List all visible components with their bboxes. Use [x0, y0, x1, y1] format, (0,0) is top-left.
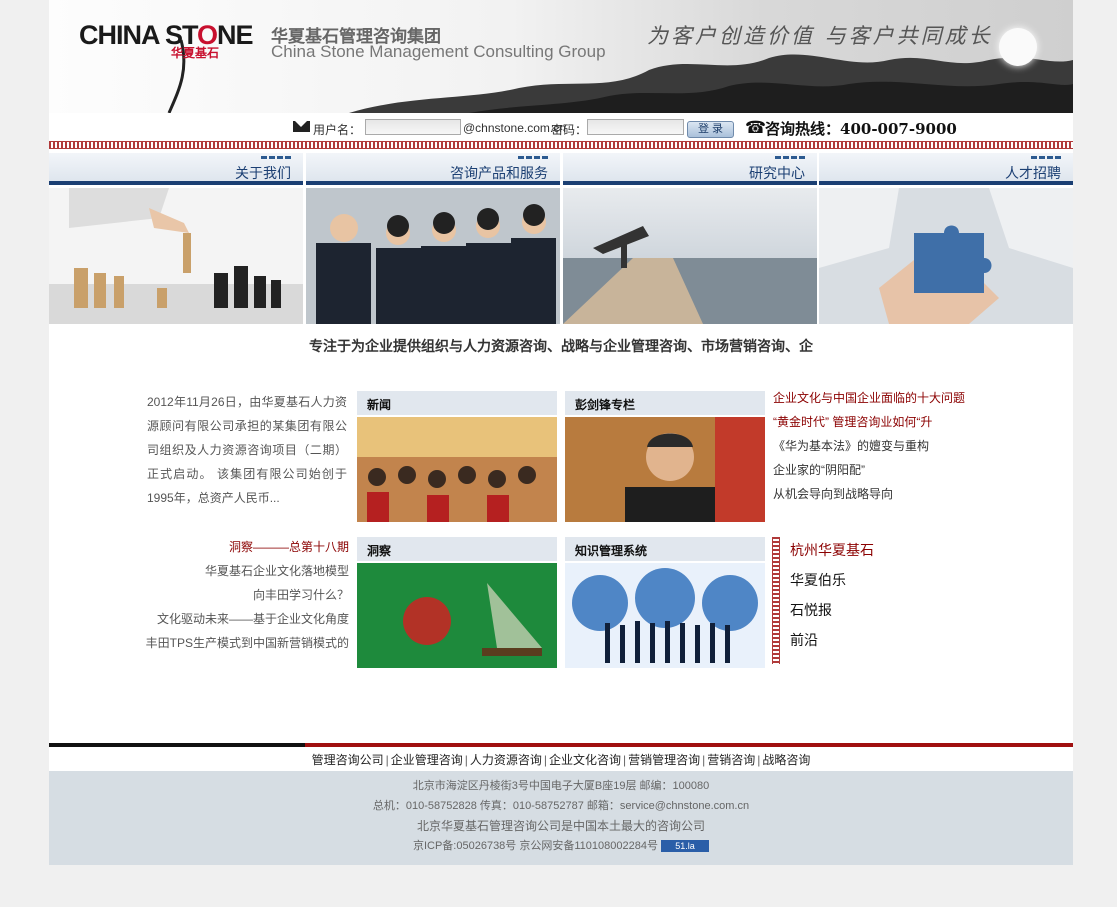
greek-key-divider	[772, 537, 780, 664]
portrait-image	[565, 417, 765, 522]
login-bar: 用户名： @chnstone.com.cn 密码： 登 录 ☎ 咨询热线：400…	[49, 113, 1073, 141]
footer-link[interactable]: 人力资源咨询	[470, 753, 542, 767]
article-link[interactable]: 从机会导向到战略导向	[773, 482, 965, 506]
globe-people-image	[565, 563, 765, 668]
username-label: 用户名：	[313, 123, 362, 137]
panel-news[interactable]: 新闻	[357, 391, 557, 523]
tile-consulting-services[interactable]: 咨询产品和服务	[306, 153, 560, 324]
article-link[interactable]: 企业家的“阴阳配”	[773, 458, 965, 482]
password-label: 密码：	[551, 123, 588, 137]
footer-link[interactable]: 营销咨询	[707, 753, 755, 767]
footer-divider	[49, 743, 1073, 747]
tile-research-center[interactable]: 研究中心	[563, 153, 817, 324]
related-links: 杭州华夏基石 华夏伯乐 石悦报 前沿	[790, 536, 874, 656]
puzzle-image	[819, 188, 1073, 324]
article-link[interactable]: 文化驱动未来——基于企业文化角度	[109, 607, 349, 631]
related-link[interactable]: 前沿	[790, 626, 874, 656]
footer-info: 北京市海淀区丹棱街3号中国电子大厦B座19层 邮编：100080 总机：010-…	[49, 771, 1073, 865]
brand-name-en: China Stone Management Consulting Group	[271, 42, 606, 61]
panel-title[interactable]: 洞察	[357, 537, 557, 561]
applause-people-image	[306, 188, 560, 324]
password-input[interactable]	[587, 119, 684, 135]
footer-link[interactable]: 战略咨询	[762, 753, 810, 767]
footer-link[interactable]: 管理咨询公司	[312, 753, 384, 767]
meeting-image	[357, 417, 557, 522]
footer-statement: 北京华夏基石管理咨询公司是中国本土最大的咨询公司	[416, 819, 705, 833]
article-link[interactable]: 《华为基本法》的嬗变与重构	[773, 434, 965, 458]
panel-column[interactable]: 彭剑锋专栏	[565, 391, 765, 523]
footer-links: 管理咨询公司 | 企业管理咨询 | 人力资源咨询 | 企业文化咨询 | 营销管理咨询 | 营销咨询 |…	[311, 753, 811, 767]
related-link[interactable]: 杭州华夏基石	[790, 536, 874, 566]
tagline: 专注于为企业提供组织与人力资源咨询、战略与企业管理咨询、市场营销咨询、企	[309, 338, 813, 354]
article-link[interactable]: 华夏基石企业文化落地模型	[109, 559, 349, 583]
moon-decoration	[999, 28, 1037, 66]
panel-insight[interactable]: 洞察	[357, 537, 557, 669]
related-link[interactable]: 石悦报	[790, 596, 874, 626]
panel-title[interactable]: 新闻	[357, 391, 557, 415]
news-summary[interactable]: 2012年11月26日，由华夏基石人力资源顾问有限公司承担的某集团有限公司组织及…	[147, 390, 347, 510]
insight-article-list: 洞察———总第十八期 华夏基石企业文化落地模型 向丰田学习什么？ 文化驱动未来—…	[109, 535, 349, 655]
footer-link[interactable]: 企业管理咨询	[391, 753, 463, 767]
article-link[interactable]: 洞察———总第十八期	[109, 535, 349, 559]
tile-label[interactable]: 咨询产品和服务	[450, 163, 548, 183]
logo[interactable]: CHINA STONE	[79, 20, 254, 51]
tile-careers[interactable]: 人才招聘	[819, 153, 1073, 324]
telescope-image	[563, 188, 817, 324]
panel-title[interactable]: 知识管理系统	[565, 537, 765, 561]
tile-label[interactable]: 关于我们	[235, 163, 291, 183]
panel-knowledge-management[interactable]: 知识管理系统	[565, 537, 765, 669]
mail-icon	[293, 121, 310, 132]
related-link[interactable]: 华夏伯乐	[790, 566, 874, 596]
tile-about-us[interactable]: 关于我们	[49, 153, 303, 324]
slogan: 为客户创造价值 与客户共同成长	[647, 24, 993, 48]
insight-image	[357, 563, 557, 668]
footer-icp: 京ICP备:05026738号 京公网安备110108002284号 51.la	[49, 836, 1073, 856]
chess-image	[49, 188, 303, 324]
stats-badge[interactable]: 51.la	[661, 840, 710, 853]
panel-title[interactable]: 彭剑锋专栏	[565, 391, 765, 415]
tile-label[interactable]: 研究中心	[749, 163, 805, 183]
username-input[interactable]	[365, 119, 461, 135]
greek-key-border	[49, 141, 1073, 149]
article-link[interactable]: 企业文化与中国企业面临的十大问题	[773, 386, 965, 410]
footer-link[interactable]: 营销管理咨询	[628, 753, 700, 767]
article-link[interactable]: “黄金时代” 管理咨询业如何“升	[773, 410, 965, 434]
phone-icon: ☎	[745, 118, 767, 137]
article-link[interactable]: 向丰田学习什么？	[109, 583, 349, 607]
footer-address: 北京市海淀区丹棱街3号中国电子大厦B座19层 邮编：100080	[412, 780, 710, 792]
footer-contact: 总机：010-58752828 传真：010-58752787 邮箱：servi…	[372, 800, 750, 812]
hotline: 咨询热线：400-007-9000	[765, 120, 957, 138]
login-button[interactable]: 登 录	[687, 121, 734, 138]
page: CHINA STONE 华夏基石 华夏基石管理咨询集团 China Stone …	[49, 0, 1073, 865]
logo-subtitle: 华夏基石	[171, 46, 220, 60]
tile-label[interactable]: 人才招聘	[1005, 163, 1061, 183]
footer-link[interactable]: 企业文化咨询	[549, 753, 621, 767]
site-header: CHINA STONE 华夏基石 华夏基石管理咨询集团 China Stone …	[49, 0, 1073, 113]
column-article-list: 企业文化与中国企业面临的十大问题 “黄金时代” 管理咨询业如何“升 《华为基本法…	[773, 386, 965, 506]
article-link[interactable]: 丰田TPS生产模式到中国新营销模式的	[109, 631, 349, 655]
